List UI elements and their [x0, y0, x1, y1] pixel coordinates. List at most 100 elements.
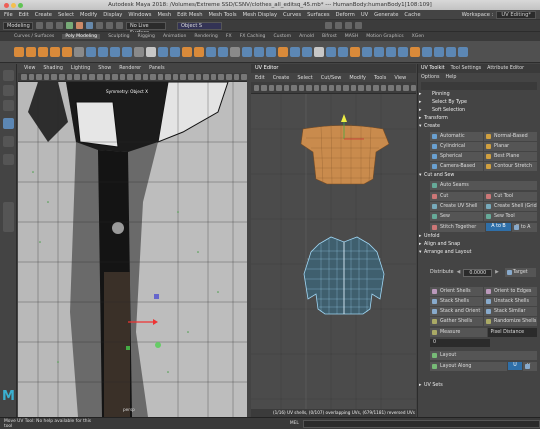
distribute-arrow-right[interactable]: ▶	[495, 270, 499, 275]
align-snap-section[interactable]: Align and Snap	[418, 241, 540, 249]
shelf-tool-icon-30[interactable]	[362, 46, 372, 57]
shelf-tool-icon-20[interactable]	[242, 46, 252, 57]
uv-sets-section[interactable]: UV Sets	[418, 382, 540, 390]
shelf-tool-icon-22[interactable]	[266, 46, 276, 57]
viewport-tool-icon-21[interactable]	[172, 74, 179, 80]
viewport-menu-lighting[interactable]: Lighting	[71, 66, 90, 71]
menu-deform[interactable]: Deform	[336, 12, 355, 18]
select-hierarchy-icon[interactable]	[66, 22, 73, 29]
layout-along-v[interactable]: V	[523, 362, 537, 371]
shelf-tab-arnold[interactable]: Arnold	[299, 34, 314, 39]
unfold-section[interactable]: Unfold	[418, 233, 540, 241]
new-scene-icon[interactable]	[36, 22, 43, 29]
uv-tool-icon-15[interactable]	[358, 84, 364, 91]
viewport-tool-icon-17[interactable]	[142, 74, 149, 80]
toolkit-tab-attribute-editor[interactable]: Attribute Editor	[487, 66, 524, 71]
viewport-tool-icon-20[interactable]	[165, 74, 171, 80]
render-icon[interactable]	[325, 22, 332, 29]
menu-cache[interactable]: Cache	[404, 12, 420, 18]
shelf-tool-icon-17[interactable]	[206, 46, 216, 57]
uv-tool-icon-16[interactable]	[365, 84, 372, 91]
toolkit-row-select-by-type[interactable]: Select By Type	[418, 99, 540, 107]
uv-tool-icon-13[interactable]	[343, 84, 349, 91]
shelf-tool-icon-6[interactable]	[74, 46, 84, 57]
viewport-tool-icon-30[interactable]	[241, 74, 247, 80]
move-manipulator-center[interactable]	[154, 294, 159, 299]
spherical-button[interactable]: Spherical	[430, 152, 483, 161]
shelf-tool-icon-11[interactable]	[134, 46, 144, 57]
randomize-shells-button[interactable]: Randomize Shells	[484, 317, 537, 326]
shelf-tool-icon-23[interactable]	[278, 46, 288, 57]
uv-menu-view[interactable]: View	[394, 75, 406, 81]
zoom-window-button[interactable]	[18, 2, 23, 8]
measure-button[interactable]: Measure	[430, 328, 487, 337]
uv-tool-icon-11[interactable]	[328, 84, 334, 91]
viewport-tool-icon-9[interactable]	[81, 74, 88, 80]
best-plane-button[interactable]: Best Plane	[484, 152, 537, 161]
shelf-tool-icon-35[interactable]	[422, 46, 432, 57]
shelf-tool-icon-15[interactable]	[182, 46, 192, 57]
stitch-together-button[interactable]: Stitch Together	[430, 223, 485, 232]
shelf-tab-sculpting[interactable]: Sculpting	[108, 34, 129, 39]
shelf-tool-icon-31[interactable]	[374, 46, 384, 57]
uv-menu-cut-sew[interactable]: Cut/Sew	[321, 75, 342, 81]
distribute-value-field[interactable]: 0.0000	[463, 268, 493, 277]
minimize-window-button[interactable]	[11, 2, 16, 8]
menu-generate[interactable]: Generate	[374, 12, 398, 18]
menu-modify[interactable]: Modify	[80, 12, 97, 18]
shelf-tab-curves-surfaces[interactable]: Curves / Surfaces	[14, 34, 54, 39]
auto-seams-button[interactable]: Auto Seams	[430, 181, 537, 190]
shelf-tool-icon-2[interactable]	[26, 46, 36, 57]
shelf-tab-xgen[interactable]: XGen	[412, 34, 424, 39]
cut-sew-section[interactable]: Cut and Sew	[418, 172, 540, 180]
camera-based-button[interactable]: Camera-Based	[430, 162, 483, 171]
uv-tool-icon-21[interactable]	[403, 84, 409, 91]
viewport-tool-icon-26[interactable]	[210, 74, 217, 80]
shelf-tab-custom[interactable]: Custom	[273, 34, 291, 39]
shelf-tab-animation[interactable]: Animation	[163, 34, 186, 39]
cut-button[interactable]: Cut	[430, 192, 483, 201]
move-tool-icon[interactable]	[3, 118, 14, 129]
viewport-tool-icon-1[interactable]	[21, 74, 27, 80]
uv-tool-icon-22[interactable]	[410, 84, 416, 91]
close-window-button[interactable]	[4, 2, 9, 8]
toolkit-row-pinning[interactable]: Pinning	[418, 91, 540, 99]
create-uv-shell-button[interactable]: Create UV Shell	[430, 202, 483, 211]
cut-tool-button[interactable]: Cut Tool	[484, 192, 537, 201]
shelf-tool-icon-24[interactable]	[290, 46, 300, 57]
sew-button[interactable]: Sew	[430, 212, 483, 221]
create-section[interactable]: Create	[418, 123, 540, 131]
toolkit-tab-tool-settings[interactable]: Tool Settings	[451, 66, 482, 71]
viewport-tool-icon-2[interactable]	[28, 74, 35, 80]
uv-tool-icon-12[interactable]	[335, 84, 342, 91]
planar-button[interactable]: Planar	[484, 142, 537, 151]
viewport-tool-icon-15[interactable]	[127, 74, 133, 80]
shelf-tool-icon-28[interactable]	[338, 46, 348, 57]
shelf-tool-icon-3[interactable]	[38, 46, 48, 57]
layout-presets-icon[interactable]	[3, 202, 14, 232]
viewport-tool-icon-11[interactable]	[96, 74, 103, 80]
viewport-tool-icon-25[interactable]	[203, 74, 209, 80]
shelf-tool-icon-36[interactable]	[434, 46, 444, 57]
viewport-tool-icon-5[interactable]	[51, 74, 57, 80]
unstack-shells-button[interactable]: Unstack Shells	[484, 297, 537, 306]
viewport-tool-icon-14[interactable]	[119, 74, 126, 80]
select-object-icon[interactable]	[76, 22, 83, 29]
uv-tool-icon-2[interactable]	[261, 84, 267, 91]
viewport-tool-icon-7[interactable]	[66, 74, 73, 80]
toolkit-tab-uv-toolkit[interactable]: UV Toolkit	[421, 66, 445, 71]
menu-mesh-display[interactable]: Mesh Display	[243, 12, 277, 18]
paint-select-icon[interactable]	[3, 100, 14, 111]
viewport-menu-view[interactable]: View	[24, 66, 35, 71]
menu-file[interactable]: File	[4, 12, 13, 18]
shelf-tool-icon-9[interactable]	[110, 46, 120, 57]
ipr-render-icon[interactable]	[335, 22, 342, 29]
normal-based-button[interactable]: Normal-Based	[484, 132, 537, 141]
contour-stretch-button[interactable]: Contour Stretch	[484, 162, 537, 171]
menu-edit[interactable]: Edit	[19, 12, 29, 18]
uv-menu-modify[interactable]: Modify	[349, 75, 366, 81]
target-button[interactable]: Target	[504, 268, 536, 277]
uv-tool-icon-6[interactable]	[291, 84, 297, 91]
shelf-tool-icon-27[interactable]	[326, 46, 336, 57]
stack-shells-button[interactable]: Stack Shells	[430, 297, 483, 306]
